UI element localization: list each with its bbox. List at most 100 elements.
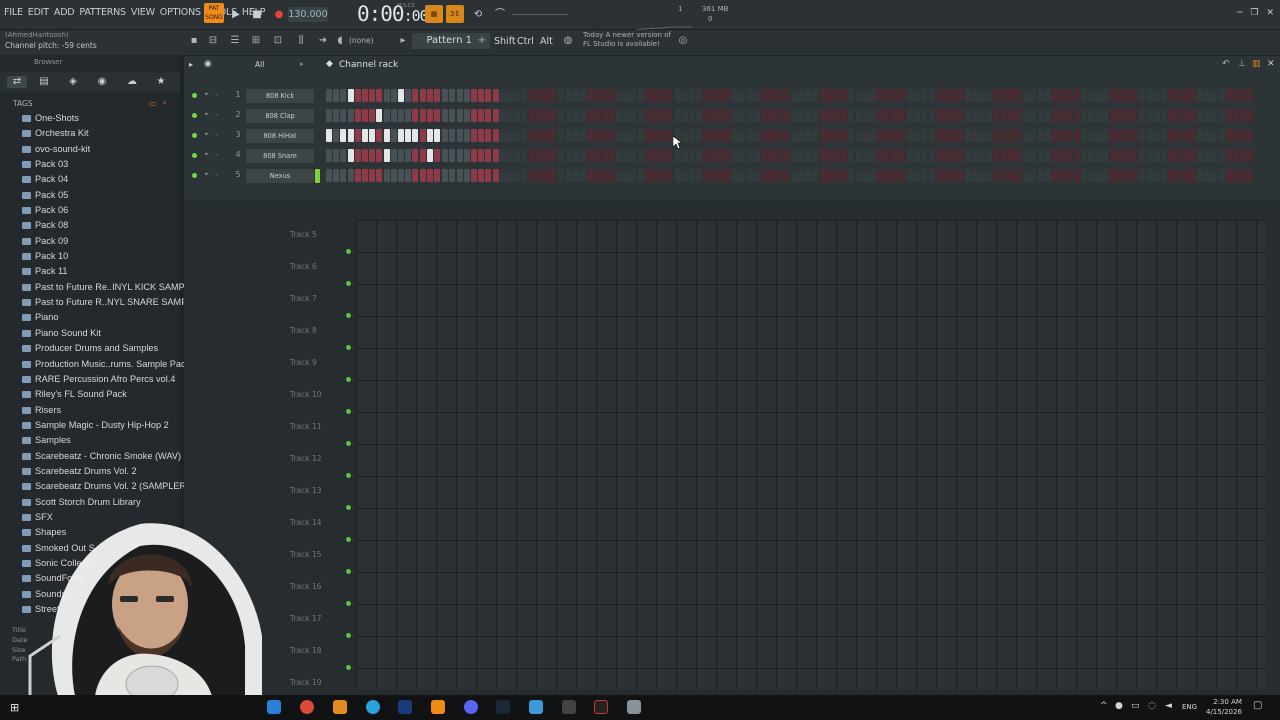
step-button[interactable] [340,89,347,102]
step-button[interactable] [608,109,615,122]
step-button[interactable] [333,149,340,162]
step-button[interactable] [732,129,739,142]
step-button[interactable] [369,129,376,142]
step-button[interactable] [630,169,637,182]
step-button[interactable] [1015,169,1021,182]
step-button[interactable] [565,89,572,102]
step-button[interactable] [798,169,804,182]
step-button[interactable] [644,169,651,182]
browser-folder[interactable]: Orchestra Kit [0,126,180,141]
step-button[interactable] [1189,89,1196,102]
step-button[interactable] [652,129,658,142]
file-explorer-icon[interactable] [267,700,281,714]
step-button[interactable] [746,149,753,162]
channel-mute-led[interactable] [192,153,197,158]
step-button[interactable] [442,149,449,162]
step-button[interactable] [782,109,789,122]
step-button[interactable] [848,89,855,102]
step-button[interactable] [521,129,528,142]
step-button[interactable] [521,89,528,102]
step-button[interactable] [333,129,340,142]
step-button[interactable] [347,109,354,122]
step-button[interactable] [753,149,760,162]
step-button[interactable] [798,109,804,122]
step-button[interactable] [412,89,419,102]
step-button[interactable] [637,129,644,142]
step-button[interactable] [979,109,985,122]
step-button[interactable] [921,109,928,122]
step-button[interactable] [419,89,426,102]
pattern-prev-icon[interactable]: ▸ [395,34,411,48]
step-button[interactable] [790,149,797,162]
step-button[interactable] [434,89,440,102]
step-button[interactable] [652,109,658,122]
step-button[interactable] [601,89,608,102]
step-button[interactable] [732,169,739,182]
shift-key[interactable]: Shift [494,36,516,47]
step-button[interactable] [1109,149,1116,162]
step-button[interactable] [914,89,921,102]
browser-folder[interactable]: RARE Percussion Afro Percs vol.4 [0,372,180,387]
step-button[interactable] [1023,129,1030,142]
step-button[interactable] [434,149,440,162]
step-button[interactable] [1225,169,1232,182]
step-button[interactable] [492,149,499,162]
step-button[interactable] [907,109,913,122]
step-button[interactable] [398,129,404,142]
step-button[interactable] [434,109,440,122]
step-button[interactable] [1000,169,1007,182]
step-button[interactable] [326,129,332,142]
channel-number[interactable]: 5 [232,170,244,179]
step-button[interactable] [340,149,347,162]
step-button[interactable] [928,129,935,142]
channel-pan-icon[interactable]: - [215,130,218,139]
step-button[interactable] [732,149,739,162]
step-button[interactable] [354,89,361,102]
step-button[interactable] [1211,149,1218,162]
step-button[interactable] [1204,149,1211,162]
step-button[interactable] [572,109,579,122]
step-button[interactable] [1161,129,1167,142]
step-button[interactable] [449,109,456,122]
step-button[interactable] [884,109,891,122]
step-button[interactable] [354,129,361,142]
online-icon[interactable]: ◎ [675,34,691,48]
playlist-grid[interactable] [356,220,1266,690]
browser-folder[interactable]: Pack 09 [0,234,180,249]
step-button[interactable] [993,149,1000,162]
step-button[interactable] [782,89,789,102]
step-button[interactable] [1182,89,1189,102]
step-button[interactable] [426,89,433,102]
step-button[interactable] [362,109,368,122]
step-button[interactable] [478,89,485,102]
channel-name-button[interactable]: 808 HiHat [246,129,314,143]
track-header[interactable]: Track 11 [288,414,356,446]
step-button[interactable] [1044,89,1051,102]
step-button[interactable] [376,129,383,142]
step-button[interactable] [1052,129,1058,142]
step-button[interactable] [710,149,717,162]
step-button[interactable] [1153,169,1160,182]
step-button[interactable] [1197,169,1203,182]
step-button[interactable] [580,129,586,142]
step-button[interactable] [587,169,594,182]
system-clock[interactable]: 2:30 AM 4/15/2026 [1206,697,1242,717]
step-button[interactable] [390,109,397,122]
step-button[interactable] [1161,109,1167,122]
browser-folder[interactable]: Risers [0,403,180,418]
step-button[interactable] [775,129,782,142]
step-button[interactable] [826,169,833,182]
step-button[interactable] [535,89,542,102]
step-button[interactable] [572,89,579,102]
step-button[interactable] [587,89,594,102]
step-button[interactable] [1007,169,1014,182]
step-button[interactable] [753,109,760,122]
step-button[interactable] [1109,169,1116,182]
step-button[interactable] [398,169,404,182]
step-button[interactable] [1218,149,1225,162]
step-button[interactable] [862,149,869,162]
language-indicator[interactable]: ENG [1182,703,1197,711]
window-icon[interactable] [627,700,641,714]
step-button[interactable] [1218,129,1225,142]
step-button[interactable] [1030,89,1037,102]
